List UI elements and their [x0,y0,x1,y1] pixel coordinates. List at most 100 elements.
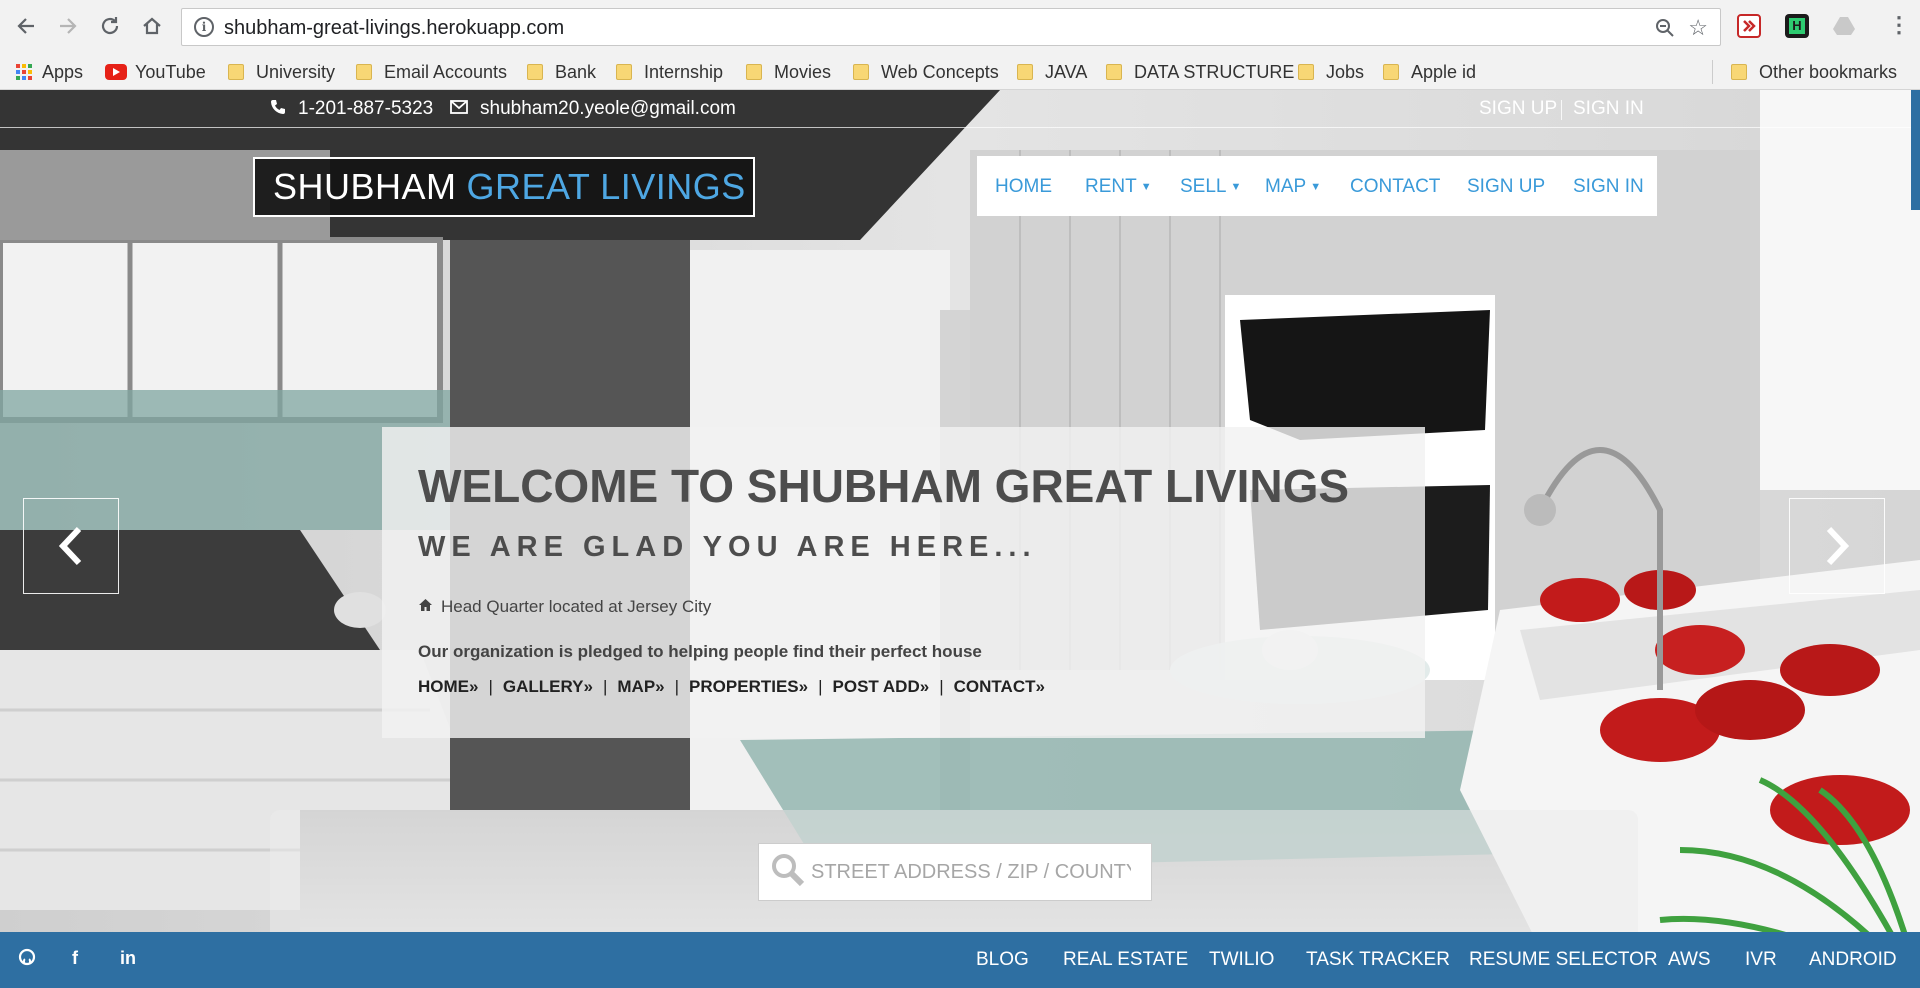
footer-link-task-tracker[interactable]: TASK TRACKER [1306,949,1450,971]
welcome-links: HOME» | GALLERY» | MAP» | PROPERTIES» | … [418,677,1045,697]
topbar-sign-in-link[interactable]: SIGN IN [1573,98,1644,120]
welcome-link-gallery[interactable]: GALLERY» [503,677,593,697]
bookmark-label: Other bookmarks [1759,61,1898,82]
carousel-next-button[interactable] [1789,498,1885,594]
bookmark-jobs[interactable]: Jobs [1298,59,1364,85]
bookmark-movies[interactable]: Movies [746,59,831,85]
url-text[interactable]: shubham-great-livings.herokuapp.com [224,17,564,40]
bookmark-internship[interactable]: Internship [616,59,723,85]
bookmark-label: Internship [644,61,724,82]
phone-contact[interactable]: 1-201-887-5323 [270,98,433,120]
bookmark-label: Movies [774,61,832,82]
welcome-link-contact[interactable]: CONTACT» [954,677,1045,697]
site-logo[interactable]: SHUBHAM GREAT LIVINGS [253,157,755,217]
bookmark-label: YouTube [135,61,206,82]
folder-icon [616,64,632,80]
extension-h-icon[interactable]: H [1785,14,1809,38]
footer-bar: f in BLOG REAL ESTATE TWILIO TASK TRACKE… [0,932,1920,988]
folder-icon [1383,64,1399,80]
folder-icon [853,64,869,80]
welcome-link-properties[interactable]: PROPERTIES» [689,677,808,697]
carousel-prev-button[interactable] [23,498,119,594]
bookmark-data-structure[interactable]: DATA STRUCTURE [1106,59,1294,85]
bookmark-apps[interactable]: Apps [16,59,83,85]
welcome-link-post-add[interactable]: POST ADD» [833,677,930,697]
linkedin-icon[interactable]: in [120,948,136,969]
nav-label: RENT [1085,176,1137,197]
browser-toolbar: i shubham-great-livings.herokuapp.com ☆ … [0,0,1920,54]
zoom-icon[interactable] [1654,17,1676,44]
bookmark-bank[interactable]: Bank [527,59,596,85]
github-icon[interactable] [18,948,36,971]
bookmark-web-concepts[interactable]: Web Concepts [853,59,999,85]
bookmark-label: DATA STRUCTURE [1134,61,1295,82]
bookmark-label: Web Concepts [881,61,999,82]
bookmark-label: JAVA [1045,61,1088,82]
chevron-left-icon [58,526,82,566]
bookmark-youtube[interactable]: YouTube [105,59,206,85]
footer-link-blog[interactable]: BLOG [976,949,1029,971]
nav-label: SIGN UP [1467,176,1546,197]
bookmark-email-accounts[interactable]: Email Accounts [356,59,507,85]
footer-link-android[interactable]: ANDROID [1809,949,1897,971]
pledge-text: Our organization is pledged to helping p… [418,642,982,661]
footer-link-resume-selector[interactable]: RESUME SELECTOR [1469,949,1658,971]
link-separator: | [939,677,944,696]
bookmark-label: University [256,61,336,82]
folder-icon [1017,64,1033,80]
facebook-icon[interactable]: f [72,948,78,969]
youtube-icon [105,64,127,80]
footer-link-ivr[interactable]: IVR [1745,949,1777,971]
bookmark-label: Apps [42,61,84,82]
bookmark-apple-id[interactable]: Apple id [1383,59,1476,85]
footer-link-aws[interactable]: AWS [1668,949,1711,971]
nav-home[interactable]: HOME [995,176,1052,198]
back-icon[interactable] [12,12,40,40]
property-search-box[interactable] [758,843,1152,901]
phone-icon [270,99,286,120]
info-icon[interactable]: i [194,17,214,37]
nav-sell[interactable]: SELL ▼ [1180,176,1241,198]
folder-icon [1298,64,1314,80]
link-label: GALLERY [502,677,584,696]
link-separator: | [488,677,493,696]
caret-down-icon: ▼ [1310,180,1322,193]
bookmark-java[interactable]: JAVA [1017,59,1087,85]
bookmark-other[interactable]: Other bookmarks [1731,59,1897,85]
home-icon[interactable] [138,12,166,40]
main-navigation: HOME RENT ▼ SELL ▼ MAP ▼ CONTACT SIGN UP SI… [977,156,1657,216]
bookmark-label: Apple id [1411,61,1477,82]
welcome-link-map[interactable]: MAP» [617,677,664,697]
bookmark-label: Email Accounts [384,61,508,82]
folder-icon [228,64,244,80]
link-label: MAP [617,677,656,696]
footer-link-real-estate[interactable]: REAL ESTATE [1063,949,1188,971]
nav-sign-in[interactable]: SIGN IN [1573,176,1644,198]
nav-rent[interactable]: RENT ▼ [1085,176,1152,198]
welcome-panel: WELCOME TO SHUBHAM GREAT LIVINGS WE ARE … [382,427,1425,738]
drive-icon[interactable] [1832,14,1856,38]
nav-map[interactable]: MAP ▼ [1265,176,1321,198]
search-input[interactable] [811,860,1131,884]
forward-icon[interactable] [54,12,82,40]
nav-contact[interactable]: CONTACT [1350,176,1440,198]
link-separator: | [818,677,823,696]
apps-icon [16,64,32,80]
email-contact[interactable]: shubham20.yeole@gmail.com [450,98,736,120]
headquarter-text: Head Quarter located at Jersey City [441,597,712,616]
folder-icon [1731,64,1747,80]
bookmark-university[interactable]: University [228,59,335,85]
nav-sign-up[interactable]: SIGN UP [1467,176,1545,198]
extension-red-icon[interactable] [1737,14,1761,38]
footer-link-twilio[interactable]: TWILIO [1209,949,1274,971]
chevron-right-icon [1826,526,1850,566]
reload-icon[interactable] [96,12,124,40]
scrollbar-thumb[interactable] [1911,90,1920,210]
address-bar[interactable]: i shubham-great-livings.herokuapp.com ☆ [181,8,1721,46]
welcome-subtitle: WE ARE GLAD YOU ARE HERE... [418,531,1037,563]
star-icon[interactable]: ☆ [1688,15,1708,41]
welcome-link-home[interactable]: HOME» [418,677,478,697]
topbar-sign-up-link[interactable]: SIGN UP [1479,98,1557,120]
menu-icon[interactable]: ⋮ [1888,12,1910,38]
bookmark-separator [1712,60,1713,84]
